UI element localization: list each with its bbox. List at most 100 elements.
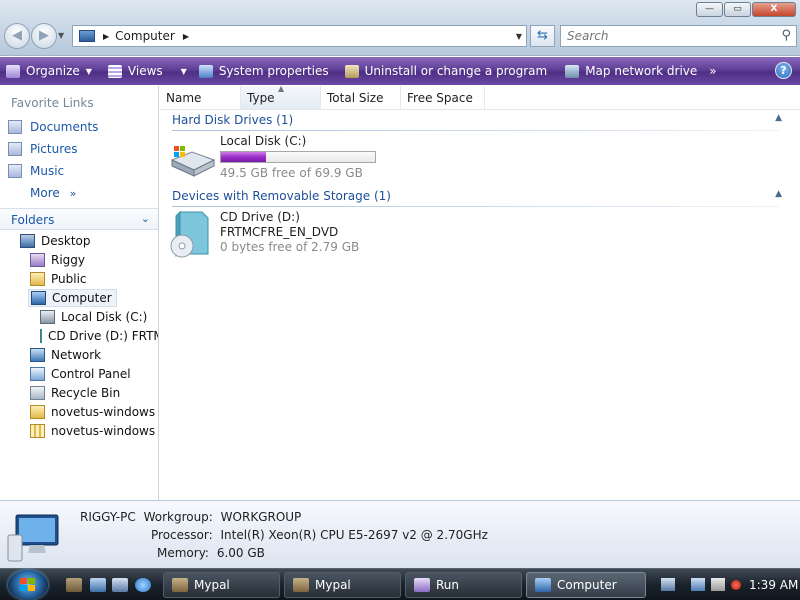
organize-button[interactable]: Organize ▼	[0, 57, 98, 85]
system-properties-button[interactable]: System properties	[193, 57, 335, 85]
network-status-icon[interactable]	[691, 578, 705, 591]
workgroup-value: WORKGROUP	[220, 510, 302, 524]
tree-item-novetus-windows[interactable]: novetus-windows	[30, 403, 155, 421]
pictures-icon	[8, 142, 22, 156]
drive-item-local-disk[interactable]: Local Disk (C:) 49.5 GB free of 69.9 GB	[168, 134, 376, 182]
processor-row: Processor: Intel(R) Xeon(R) CPU E5-2697 …	[151, 528, 488, 542]
group-header-hard-disks[interactable]: Hard Disk Drives (1) ▲	[172, 113, 792, 131]
favorite-link-documents[interactable]: Documents	[8, 120, 98, 134]
taskbar-button-mypal-2[interactable]: Mypal	[284, 572, 401, 598]
tree-item-recycle-bin[interactable]: Recycle Bin	[30, 384, 120, 402]
drive-volume-label: FRTMCFRE_EN_DVD	[220, 225, 339, 239]
taskbar-clock[interactable]: 1:39 AM	[749, 578, 798, 592]
forward-button[interactable]: ▶	[31, 23, 57, 49]
internet-explorer-icon[interactable]	[135, 578, 151, 592]
folders-header: Folders	[11, 213, 55, 227]
back-button[interactable]: ◀	[4, 23, 30, 49]
breadcrumb-arrow-icon[interactable]: ▶	[183, 32, 189, 41]
mypal-icon	[293, 578, 309, 592]
computer-icon	[6, 513, 64, 563]
map-network-drive-icon	[565, 64, 580, 78]
taskbar-button-mypal-1[interactable]: Mypal	[163, 572, 280, 598]
tray-app-icon[interactable]	[661, 578, 675, 591]
show-desktop-icon[interactable]	[90, 578, 106, 592]
start-button[interactable]	[8, 570, 48, 600]
cd-drive-icon	[40, 329, 42, 343]
tree-item-network[interactable]: Network	[30, 346, 101, 364]
tree-item-computer[interactable]: Computer	[28, 289, 117, 307]
memory-value: 6.00 GB	[216, 546, 265, 560]
views-button[interactable]: Views ▼	[102, 57, 193, 85]
search-input[interactable]	[567, 29, 777, 43]
column-header-type[interactable]: ▲ Type	[241, 84, 321, 109]
quick-launch-app-icon[interactable]	[66, 578, 82, 592]
folder-icon	[30, 405, 45, 419]
volume-muted-icon[interactable]	[711, 578, 725, 591]
tree-item-control-panel[interactable]: Control Panel	[30, 365, 131, 383]
column-header-free-space[interactable]: Free Space	[401, 86, 485, 109]
tree-item-cd-drive[interactable]: CD Drive (D:) FRTM	[40, 327, 158, 345]
network-icon	[30, 348, 45, 362]
chevron-down-icon: ⌄	[140, 212, 150, 225]
control-panel-icon	[30, 367, 45, 381]
minimize-button[interactable]: —	[696, 2, 723, 17]
help-button[interactable]: ?	[775, 62, 792, 79]
group-header-label: Devices with Removable Storage (1)	[172, 189, 391, 203]
switch-windows-icon[interactable]	[112, 578, 128, 592]
collapse-icon[interactable]: ▲	[775, 113, 782, 123]
details-pane: RIGGY-PC Workgroup: WORKGROUP Processor:…	[0, 500, 800, 568]
workgroup-label: Workgroup:	[143, 510, 213, 524]
drive-item-cd-drive[interactable]: CD Drive (D:) FRTMCFRE_EN_DVD 0 bytes fr…	[168, 210, 359, 258]
hard-disk-icon	[40, 310, 55, 324]
views-icon	[107, 64, 122, 78]
close-button[interactable]: X	[752, 2, 796, 17]
processor-label: Processor:	[151, 528, 213, 542]
tree-item-label: novetus-windows	[51, 405, 156, 419]
column-header-name[interactable]: Name	[160, 86, 241, 109]
taskbar-button-run[interactable]: Run	[405, 572, 522, 598]
group-header-removable-storage[interactable]: Devices with Removable Storage (1) ▲	[172, 189, 792, 207]
breadcrumb-arrow-icon[interactable]: ▶	[103, 32, 109, 41]
toolbar-overflow-button[interactable]: »	[703, 57, 722, 85]
processor-value: Intel(R) Xeon(R) CPU E5-2697 v2 @ 2.70GH…	[220, 528, 488, 542]
uninstall-icon	[344, 64, 359, 78]
tree-item-desktop[interactable]: Desktop	[20, 232, 91, 250]
tree-item-riggy[interactable]: Riggy	[30, 251, 85, 269]
collapse-icon[interactable]: ▲	[775, 189, 782, 199]
taskbar-button-computer[interactable]: Computer	[526, 572, 646, 598]
drive-name: Local Disk (C:)	[220, 134, 307, 148]
tree-item-public[interactable]: Public	[30, 270, 87, 288]
drive-free-space: 0 bytes free of 2.79 GB	[220, 240, 360, 254]
navigation-pane: Favorite Links Documents Pictures Music …	[0, 86, 159, 500]
group-divider	[172, 206, 780, 207]
uninstall-program-button[interactable]: Uninstall or change a program	[339, 57, 554, 85]
tree-item-novetus-windows-zip[interactable]: novetus-windows	[30, 422, 155, 440]
favorite-link-pictures[interactable]: Pictures	[8, 142, 78, 156]
maximize-button[interactable]: ▭	[724, 2, 751, 17]
address-dropdown-icon[interactable]: ▼	[516, 32, 522, 41]
folders-toggle[interactable]: Folders ⌄	[0, 208, 158, 230]
drive-free-space: 49.5 GB free of 69.9 GB	[220, 166, 363, 180]
search-icon[interactable]: ⚲	[781, 28, 791, 43]
folder-icon	[30, 272, 45, 286]
address-bar[interactable]: ▶ Computer ▶ ▼	[72, 25, 527, 47]
tree-item-local-disk[interactable]: Local Disk (C:)	[40, 308, 147, 326]
mypal-icon	[172, 578, 188, 592]
tree-item-label: Public	[51, 272, 87, 286]
taskbar-button-label: Computer	[557, 578, 617, 592]
desktop-icon	[20, 234, 35, 248]
security-alert-icon[interactable]	[731, 579, 741, 590]
column-header-total-size[interactable]: Total Size	[321, 86, 401, 109]
search-box[interactable]: ⚲	[560, 25, 797, 47]
favorite-link-music[interactable]: Music	[8, 164, 64, 178]
more-label: More	[30, 186, 60, 200]
refresh-button[interactable]: ⇆	[530, 25, 555, 47]
memory-label: Memory:	[157, 546, 209, 560]
recent-pages-dropdown[interactable]: ▼	[58, 31, 64, 40]
map-network-drive-button[interactable]: Map network drive	[559, 57, 703, 85]
system-properties-icon	[198, 64, 213, 78]
taskbar-button-label: Mypal	[194, 578, 230, 592]
disk-usage-fill	[221, 152, 266, 162]
more-links-button[interactable]: More »	[30, 186, 76, 200]
breadcrumb-computer[interactable]: Computer	[115, 29, 175, 43]
